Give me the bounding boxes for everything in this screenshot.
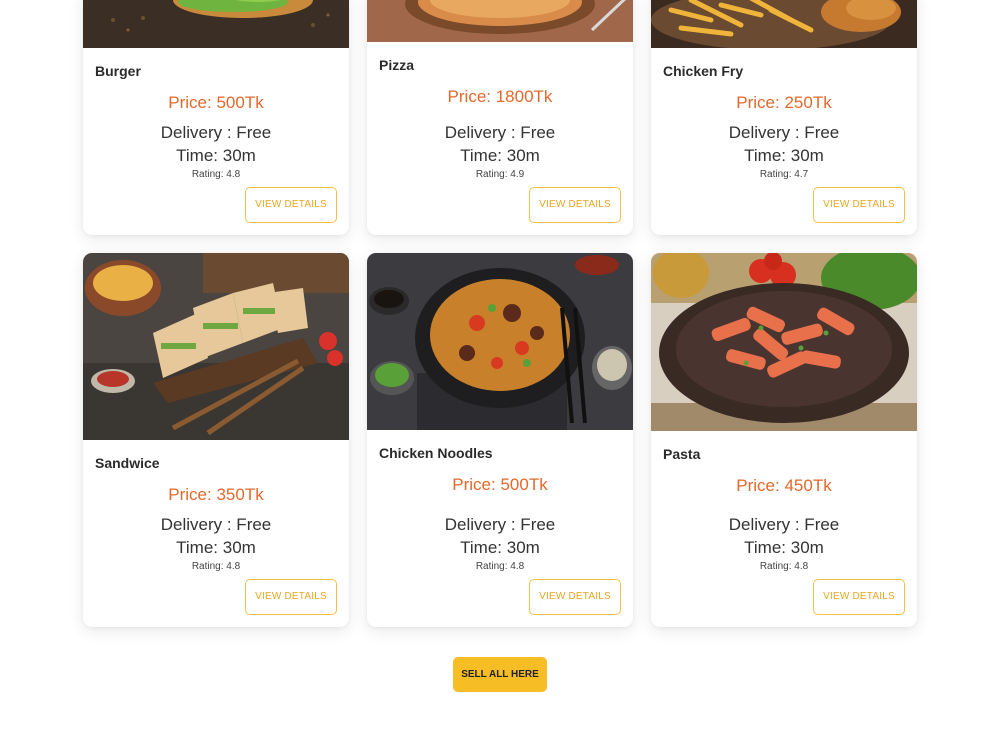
- delivery-info: Delivery : Free: [160, 123, 272, 142]
- food-card-chicken-fry: Chicken Fry Price: 250Tk Delivery : Free…: [651, 0, 917, 235]
- food-card-burger: Burger Price: 500Tk Delivery : Free Time…: [83, 0, 349, 235]
- view-details-button[interactable]: VIEW DETAILS: [529, 187, 621, 223]
- food-card-pizza: Pizza Price: 1800Tk Delivery : Free Time…: [367, 0, 633, 235]
- sandwich-image: [83, 253, 349, 440]
- food-name: Sandwice: [95, 455, 160, 471]
- time-info: Time: 30m: [744, 538, 824, 557]
- food-price: Price: 500Tk: [168, 93, 264, 112]
- food-name: Chicken Fry: [663, 63, 744, 79]
- food-price: Price: 350Tk: [168, 485, 264, 504]
- food-name: Burger: [95, 63, 141, 79]
- food-price: Price: 250Tk: [736, 93, 832, 112]
- sell-all-button[interactable]: SELL ALL HERE: [453, 657, 547, 692]
- rating-info: Rating: 4.9: [475, 169, 525, 180]
- food-price: Price: 1800Tk: [447, 87, 553, 106]
- time-info: Time: 30m: [460, 146, 540, 165]
- delivery-info: Delivery : Free: [444, 515, 556, 534]
- rating-info: Rating: 4.8: [475, 561, 525, 572]
- pasta-image: [651, 253, 917, 431]
- delivery-info: Delivery : Free: [160, 515, 272, 534]
- food-price: Price: 500Tk: [452, 475, 548, 494]
- delivery-info: Delivery : Free: [444, 123, 556, 142]
- rating-info: Rating: 4.7: [759, 169, 809, 180]
- time-info: Time: 30m: [460, 538, 540, 557]
- rating-info: Rating: 4.8: [759, 561, 809, 572]
- time-info: Time: 30m: [176, 146, 256, 165]
- view-details-button[interactable]: VIEW DETAILS: [813, 579, 905, 615]
- view-details-button[interactable]: VIEW DETAILS: [529, 579, 621, 615]
- rating-info: Rating: 4.8: [191, 169, 241, 180]
- food-card-chicken-noodles: Chicken Noodles Price: 500Tk Delivery : …: [367, 253, 633, 627]
- chicken-fry-image: [651, 0, 917, 48]
- food-price: Price: 450Tk: [736, 476, 832, 495]
- delivery-info: Delivery : Free: [728, 123, 840, 142]
- rating-info: Rating: 4.8: [191, 561, 241, 572]
- food-name: Pasta: [663, 446, 701, 462]
- food-name: Chicken Noodles: [379, 445, 493, 461]
- food-name: Pizza: [379, 57, 415, 73]
- pizza-image: [367, 0, 633, 42]
- delivery-info: Delivery : Free: [728, 515, 840, 534]
- burger-image: [83, 0, 349, 48]
- view-details-button[interactable]: VIEW DETAILS: [245, 579, 337, 615]
- view-details-button[interactable]: VIEW DETAILS: [245, 187, 337, 223]
- time-info: Time: 30m: [176, 538, 256, 557]
- time-info: Time: 30m: [744, 146, 824, 165]
- food-card-pasta: Pasta Price: 450Tk Delivery : Free Time:…: [651, 253, 917, 627]
- noodles-image: [367, 253, 633, 430]
- food-card-sandwich: Sandwice Price: 350Tk Delivery : Free Ti…: [83, 253, 349, 627]
- view-details-button[interactable]: VIEW DETAILS: [813, 187, 905, 223]
